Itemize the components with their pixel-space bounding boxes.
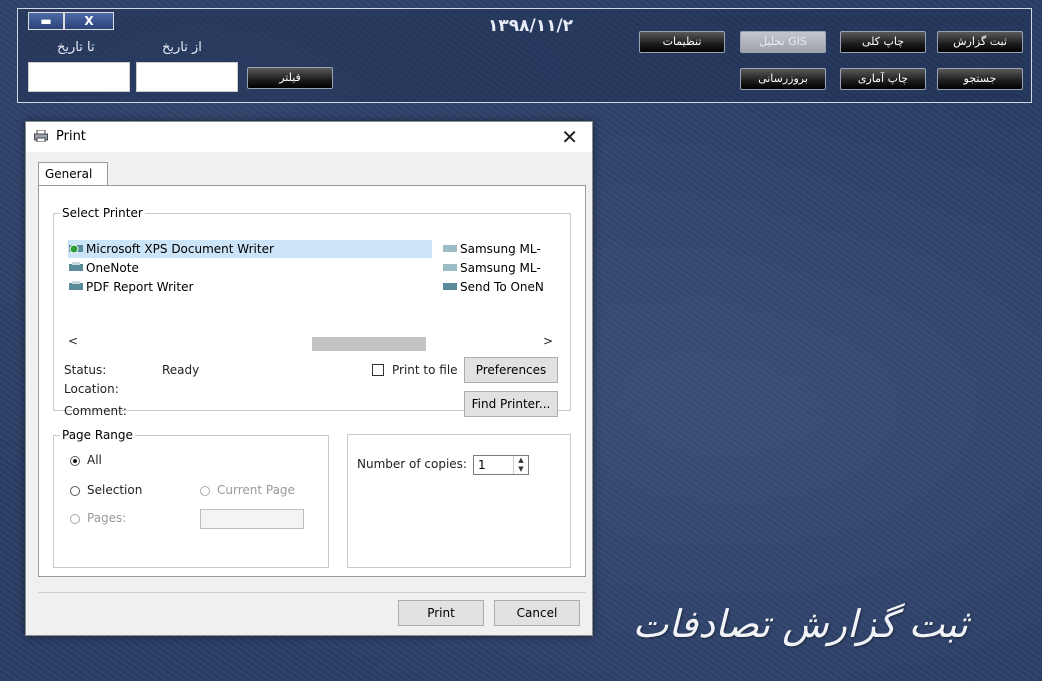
range-pages-label: Pages: [87,511,127,525]
copies-label: Number of copies: [357,457,467,471]
range-all-label: All [87,453,102,467]
close-icon[interactable]: ✕ [561,125,578,149]
location-label: Location: [64,382,119,396]
update-button[interactable]: بروزرسانی [740,68,826,90]
dialog-titlebar: Print ✕ [26,122,592,152]
find-printer-button[interactable]: Find Printer... [464,391,558,417]
print-dialog: Print ✕ General Select Printer Microsoft… [25,121,593,636]
page-range-group: Page Range All Selection Current Page Pa… [53,428,329,568]
from-date-label: از تاریخ [162,40,202,55]
copies-value: 1 [478,458,486,472]
range-pages-radio[interactable] [70,514,80,524]
printer-name: PDF Report Writer [86,280,194,294]
status-value: Ready [162,363,200,377]
range-selection-label: Selection [87,483,143,497]
dialog-divider [38,592,586,593]
horizontal-scrollbar[interactable]: < > [68,334,554,351]
printer-item[interactable]: Microsoft XPS Document Writer [68,240,432,258]
range-all-radio[interactable] [70,456,80,466]
search-button[interactable]: جستجو [937,68,1023,90]
printer-list: Microsoft XPS Document Writer OneNote PD… [68,240,564,336]
printer-item[interactable]: Samsung ML- [442,240,564,258]
page-range-legend: Page Range [62,428,133,442]
printer-icon [69,281,83,290]
range-current-page-label: Current Page [217,483,295,497]
printer-name: Samsung ML- [460,261,541,275]
printer-item[interactable]: Send To OneN [442,278,564,296]
printer-item[interactable]: PDF Report Writer [68,278,193,296]
general-tab-panel: Select Printer Microsoft XPS Document Wr… [38,185,586,577]
cancel-button[interactable]: Cancel [494,600,580,626]
current-date: ۱۳۹۸/۱۱/۲ [488,16,574,36]
dialog-title: Print [56,129,86,144]
default-printer-icon [69,244,83,254]
printer-icon [443,245,457,252]
printer-name: Samsung ML- [460,242,541,256]
print-button[interactable]: Print [398,600,484,626]
range-selection-radio[interactable] [70,486,80,496]
brand-title: ثبت گزارش تصادفات [632,602,968,646]
tab-general[interactable]: General [38,162,108,186]
comment-label: Comment: [64,404,127,418]
filter-button[interactable]: فیلتر [247,67,333,89]
preferences-button[interactable]: Preferences [464,357,558,383]
printer-name: OneNote [86,261,139,275]
close-app-button[interactable]: X [64,12,114,30]
scroll-right-icon[interactable]: > [543,334,553,348]
scroll-left-icon[interactable]: < [68,334,78,348]
settings-button[interactable]: تنظیمات [639,31,725,53]
printer-name: Send To OneN [460,280,544,294]
minimize-button[interactable]: ▬ [28,12,64,30]
to-date-label: تا تاریخ [57,40,95,55]
print-all-button[interactable]: چاپ کلی [840,31,926,53]
register-report-button[interactable]: ثبت گزارش [937,31,1023,53]
status-label: Status: [64,363,107,377]
select-printer-legend: Select Printer [62,206,143,220]
print-to-file-label: Print to file [392,363,458,377]
print-stats-button[interactable]: چاپ آماری [840,68,926,90]
scroll-thumb[interactable] [312,337,426,351]
copies-stepper[interactable]: 1 ▲ ▼ [473,455,529,475]
printer-icon [443,264,457,271]
to-date-input[interactable] [28,62,130,92]
printer-icon [34,130,48,142]
printer-item[interactable]: OneNote [68,259,139,277]
gis-analysis-button[interactable]: تحلیل GIS [740,31,826,53]
spin-arrows-icon[interactable]: ▲ ▼ [513,456,528,474]
printer-item[interactable]: Samsung ML- [442,259,564,277]
from-date-input[interactable] [136,62,238,92]
printer-icon [69,262,83,271]
print-to-file-checkbox[interactable] [372,364,384,376]
select-printer-group: Select Printer Microsoft XPS Document Wr… [53,206,571,418]
printer-icon [443,283,457,290]
pages-input[interactable] [200,509,304,529]
printer-name: Microsoft XPS Document Writer [86,242,274,256]
range-current-page-radio[interactable] [200,486,210,496]
copies-group [347,434,571,568]
